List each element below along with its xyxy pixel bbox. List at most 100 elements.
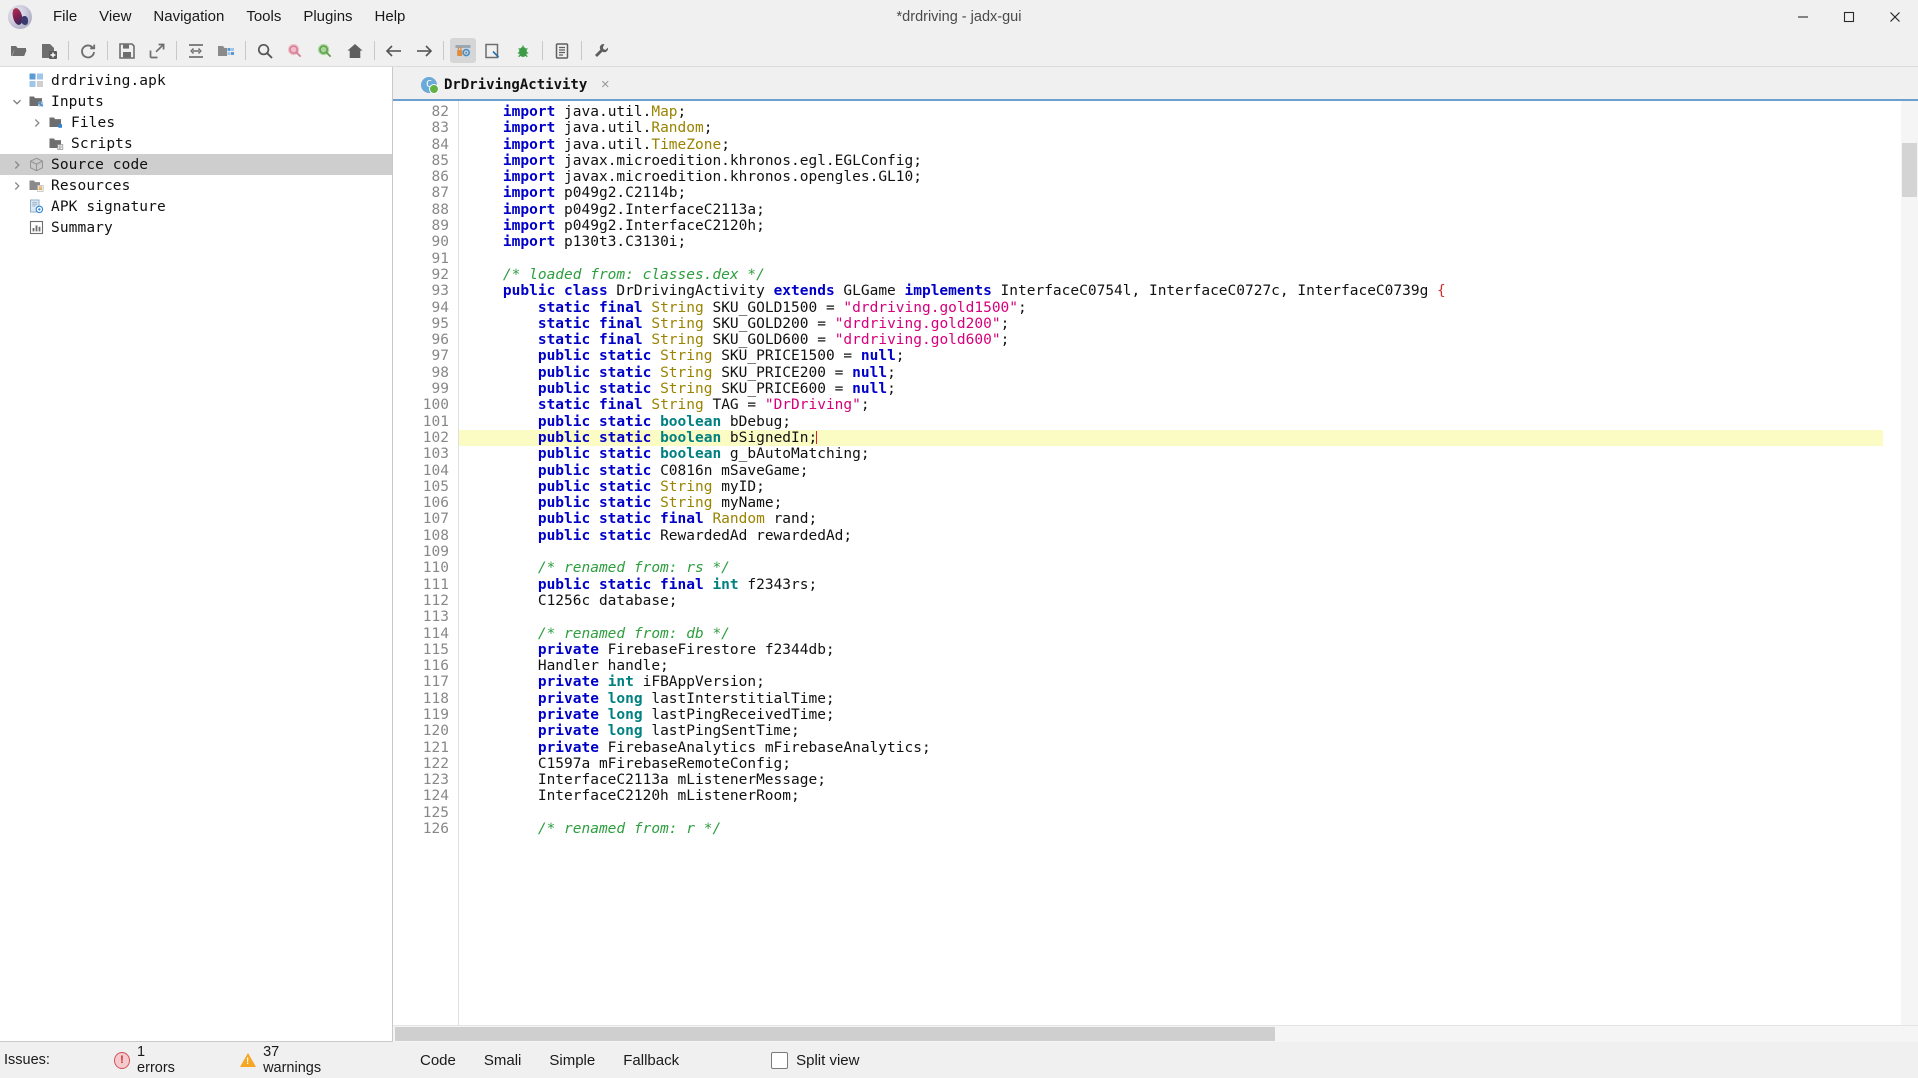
warnings-indicator[interactable]: 37 warnings	[240, 1044, 336, 1076]
split-view-toggle[interactable]: Split view	[771, 1051, 859, 1069]
code-line[interactable]: private long lastPingSentTime;	[468, 723, 1918, 739]
code-line[interactable]: public static final int f2343rs;	[468, 577, 1918, 593]
code-line[interactable]: static final String TAG = "DrDriving";	[468, 397, 1918, 413]
reload-icon[interactable]	[75, 38, 101, 63]
code-line[interactable]: import java.util.Map;	[468, 104, 1918, 120]
tree-node-source-code[interactable]: Source code	[0, 154, 392, 175]
code-text[interactable]: import java.util.Map; import java.util.R…	[459, 101, 1918, 1025]
horizontal-scrollbar[interactable]	[393, 1025, 1918, 1042]
code-line[interactable]: public static String SKU_PRICE200 = null…	[468, 365, 1918, 381]
code-line[interactable]: /* loaded from: classes.dex */	[468, 267, 1918, 283]
code-line[interactable]: import java.util.TimeZone;	[468, 137, 1918, 153]
code-line[interactable]: static final String SKU_GOLD1500 = "drdr…	[468, 300, 1918, 316]
tab-simple[interactable]: Simple	[535, 1048, 609, 1073]
errors-indicator[interactable]: ! 1 errors	[113, 1044, 184, 1076]
maximize-button[interactable]	[1826, 0, 1872, 34]
code-line[interactable]: ​	[468, 805, 1918, 821]
close-button[interactable]	[1872, 0, 1918, 34]
code-line[interactable]: public static String SKU_PRICE600 = null…	[468, 381, 1918, 397]
tab-fallback[interactable]: Fallback	[609, 1048, 693, 1073]
deobfuscation-icon[interactable]	[450, 38, 476, 63]
code-line[interactable]: private long lastPingReceivedTime;	[468, 707, 1918, 723]
code-line[interactable]: Handler handle;	[468, 658, 1918, 674]
close-icon[interactable]: ×	[598, 76, 612, 93]
code-line[interactable]: ​	[468, 609, 1918, 625]
menu-file[interactable]: File	[42, 3, 88, 31]
tree-node-files[interactable]: Files	[0, 112, 392, 133]
code-line[interactable]: private long lastInterstitialTime;	[468, 691, 1918, 707]
chevron-right-icon[interactable]	[28, 118, 46, 128]
code-line[interactable]: public static boolean bDebug;	[468, 414, 1918, 430]
menu-help[interactable]: Help	[364, 3, 417, 31]
flat-packages-icon[interactable]	[213, 38, 239, 63]
vertical-scrollbar-thumb[interactable]	[1902, 143, 1917, 197]
code-line-current[interactable]: public static boolean bSignedIn;	[459, 429, 1883, 447]
code-line[interactable]: /* renamed from: rs */	[468, 560, 1918, 576]
code-line[interactable]: private FirebaseAnalytics mFirebaseAnaly…	[468, 740, 1918, 756]
tree-node-apk[interactable]: drdriving.apk	[0, 70, 392, 91]
code-line[interactable]: public static RewardedAd rewardedAd;	[468, 528, 1918, 544]
tree-node-summary[interactable]: Summary	[0, 217, 392, 238]
code-line[interactable]: C1256c database;	[468, 593, 1918, 609]
logs-icon[interactable]	[549, 38, 575, 63]
code-line[interactable]: InterfaceC2113a mListenerMessage;	[468, 772, 1918, 788]
code-line[interactable]: public static String myID;	[468, 479, 1918, 495]
code-line[interactable]: public static C0816n mSaveGame;	[468, 463, 1918, 479]
chevron-right-icon[interactable]	[8, 160, 26, 170]
code-line[interactable]: static final String SKU_GOLD200 = "drdri…	[468, 316, 1918, 332]
code-line[interactable]: public static String myName;	[468, 495, 1918, 511]
tree-node-scripts[interactable]: Scripts	[0, 133, 392, 154]
tree-node-apk-signature[interactable]: APK signature	[0, 196, 392, 217]
code-line[interactable]: C1597a mFirebaseRemoteConfig;	[468, 756, 1918, 772]
code-line[interactable]: private FirebaseFirestore f2344db;	[468, 642, 1918, 658]
code-line[interactable]: static final String SKU_GOLD600 = "drdri…	[468, 332, 1918, 348]
search-class-icon[interactable]	[282, 38, 308, 63]
vertical-scrollbar[interactable]	[1901, 101, 1918, 1025]
forward-arrow-icon[interactable]	[411, 38, 437, 63]
menu-view[interactable]: View	[88, 3, 142, 31]
quark-icon[interactable]	[480, 38, 506, 63]
tab-smali[interactable]: Smali	[470, 1048, 536, 1073]
code-line[interactable]: import java.util.Random;	[468, 120, 1918, 136]
export-gradle-icon[interactable]	[144, 38, 170, 63]
code-line[interactable]: import p049g2.C2114b;	[468, 185, 1918, 201]
collapse-all-icon[interactable]	[183, 38, 209, 63]
back-arrow-icon[interactable]	[381, 38, 407, 63]
code-line[interactable]: InterfaceC2120h mListenerRoom;	[468, 788, 1918, 804]
code-line[interactable]: public static boolean g_bAutoMatching;	[468, 446, 1918, 462]
add-files-icon[interactable]	[36, 38, 62, 63]
tab-code[interactable]: Code	[406, 1048, 470, 1073]
menu-plugins[interactable]: Plugins	[292, 3, 363, 31]
code-line[interactable]: import javax.microedition.khronos.opengl…	[468, 169, 1918, 185]
code-line[interactable]: private int iFBAppVersion;	[468, 674, 1918, 690]
editor-tab-drdrivingactivity[interactable]: C DrDrivingActivity ×	[411, 70, 622, 99]
split-view-checkbox[interactable]	[771, 1051, 789, 1069]
code-line[interactable]: ​	[468, 251, 1918, 267]
code-line[interactable]: public static final Random rand;	[468, 511, 1918, 527]
chevron-right-icon[interactable]	[8, 181, 26, 191]
chevron-down-icon[interactable]	[8, 97, 26, 107]
code-line[interactable]: import javax.microedition.khronos.egl.EG…	[468, 153, 1918, 169]
code-line[interactable]: public static String SKU_PRICE1500 = nul…	[468, 348, 1918, 364]
debug-icon[interactable]	[510, 38, 536, 63]
menu-tools[interactable]: Tools	[235, 3, 292, 31]
tree-node-inputs[interactable]: Inputs	[0, 91, 392, 112]
code-line[interactable]: import p130t3.C3130i;	[468, 234, 1918, 250]
save-all-icon[interactable]	[114, 38, 140, 63]
preferences-icon[interactable]	[588, 38, 614, 63]
menu-navigation[interactable]: Navigation	[142, 3, 235, 31]
code-line[interactable]: import p049g2.InterfaceC2120h;	[468, 218, 1918, 234]
code-line[interactable]: ​	[468, 544, 1918, 560]
tree-node-resources[interactable]: Resources	[0, 175, 392, 196]
search-comment-icon[interactable]	[312, 38, 338, 63]
horizontal-scrollbar-thumb[interactable]	[395, 1027, 1275, 1041]
code-line[interactable]: /* renamed from: r */	[468, 821, 1918, 837]
code-line[interactable]: import p049g2.InterfaceC2113a;	[468, 202, 1918, 218]
minimize-button[interactable]	[1780, 0, 1826, 34]
code-line[interactable]: /* renamed from: db */	[468, 626, 1918, 642]
open-file-icon[interactable]	[6, 38, 32, 63]
search-icon[interactable]	[252, 38, 278, 63]
code-line[interactable]: public class DrDrivingActivity extends G…	[468, 283, 1918, 299]
home-icon[interactable]	[342, 38, 368, 63]
